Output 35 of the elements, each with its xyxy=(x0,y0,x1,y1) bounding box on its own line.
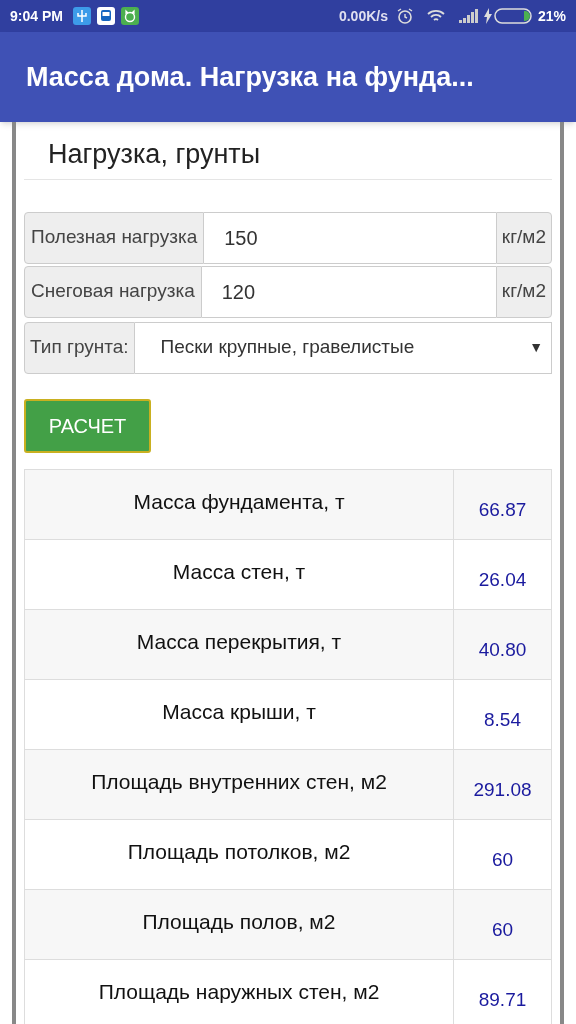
table-cell: Масса фундамента, т xyxy=(25,469,454,539)
app-title: Масса дома. Нагрузка на фунда... xyxy=(26,60,474,94)
table-cell-text: 66.87 xyxy=(477,497,528,522)
clock: 9:04 PM xyxy=(10,6,63,26)
cat-icon xyxy=(120,7,139,25)
field-label: Полезная нагрузка xyxy=(24,211,205,264)
table-cell-text: 8.54 xyxy=(483,707,522,732)
wifi-icon xyxy=(425,8,446,24)
table-cell: Площадь внутренних стен, м2 xyxy=(25,749,454,819)
table-cell: Площадь полов, м2 xyxy=(25,889,454,959)
unit-label: кг/м2 xyxy=(495,265,552,318)
section-title: Нагрузка, грунты xyxy=(48,139,261,169)
alarm-icon xyxy=(395,7,414,25)
table-cell: Масса крыши, т xyxy=(25,679,454,749)
battery-icon xyxy=(493,8,532,24)
network-speed: 0.00K/s xyxy=(338,6,388,26)
charging-icon xyxy=(483,8,492,24)
field-label: Тип грунта: xyxy=(24,321,135,374)
table-cell: Площадь наружных стен, м2 xyxy=(25,959,454,1024)
table-cell-text: 60 xyxy=(490,917,515,942)
table-cell: Масса перекрытия, т xyxy=(25,609,454,679)
table-cell-text: 60 xyxy=(490,847,515,872)
unit-label: кг/м2 xyxy=(495,211,552,264)
table-cell-text: 89.71 xyxy=(477,987,528,1012)
table-cell: Масса стен, т xyxy=(25,539,454,609)
signal-icon xyxy=(457,9,478,23)
table-cell: Площадь потолков, м2 xyxy=(25,819,454,889)
soil-dropdown[interactable]: Пески крупные, гравелистые ▼ xyxy=(134,321,552,374)
input-field[interactable]: 120 xyxy=(201,265,496,318)
table-cell-text: 291.08 xyxy=(472,777,533,802)
table-cell-text: 26.04 xyxy=(477,567,528,592)
table-cell-text: 40.80 xyxy=(477,637,528,662)
field-label: Снеговая нагрузка xyxy=(24,265,202,318)
input-field[interactable]: 150 xyxy=(204,211,496,264)
battery-percent: 21% xyxy=(537,6,566,26)
